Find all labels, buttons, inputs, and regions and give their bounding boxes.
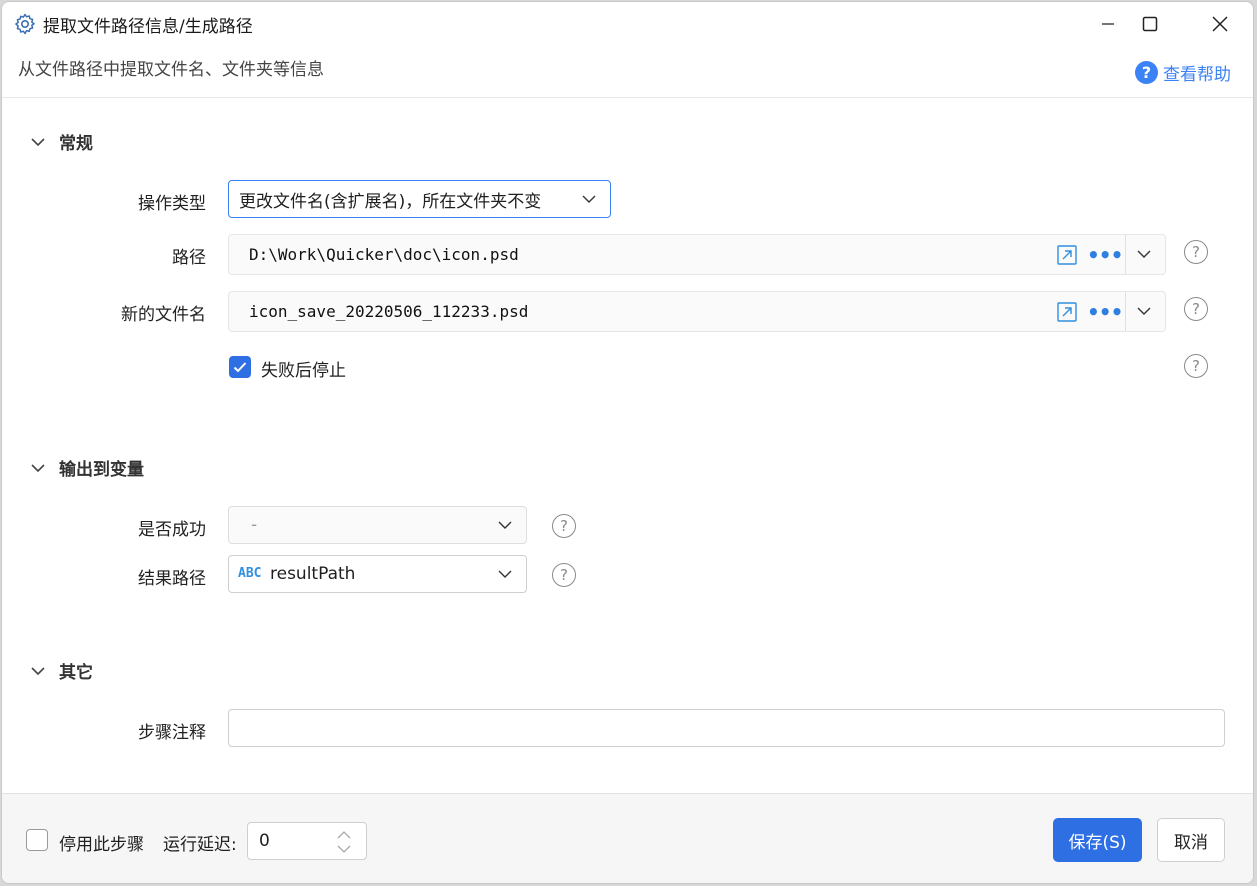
disable-step-label[interactable]: 停用此步骤 [59,830,144,855]
question-icon[interactable]: ? [1184,297,1208,321]
section-output-title: 输出到变量 [59,460,144,480]
maximize-button[interactable] [1127,2,1173,46]
more-icon[interactable]: ••• [1087,243,1123,267]
path-value: D:\Work\Quicker\doc\icon.psd [249,245,519,264]
success-select[interactable]: - [228,506,527,544]
chevron-down-icon [31,666,45,675]
section-output-header[interactable]: 输出到变量 [30,455,144,480]
footer-bar: 停用此步骤 运行延迟: 0 保存(S) 取消 [2,794,1253,883]
delay-stepper[interactable]: 0 [247,822,367,860]
minimize-button[interactable] [1085,2,1131,46]
spinner-arrows-icon[interactable] [336,829,352,855]
maximize-icon [1142,16,1158,32]
chevron-down-icon[interactable] [1137,249,1151,259]
chevron-down-icon [582,195,596,203]
close-button[interactable] [1197,2,1243,46]
help-link[interactable]: ? 查看帮助 [1135,60,1231,85]
question-icon[interactable]: ? [1184,240,1208,264]
more-icon[interactable]: ••• [1087,300,1123,324]
disable-step-checkbox[interactable] [26,829,48,851]
chevron-down-icon [498,570,512,578]
open-external-icon[interactable] [1057,302,1077,322]
section-other-title: 其它 [59,663,93,683]
help-icon: ? [1135,61,1158,84]
divider [2,97,1253,98]
section-general-title: 常规 [59,134,93,154]
stop-on-fail-checkbox[interactable] [229,356,251,378]
close-icon [1212,16,1228,32]
note-input[interactable] [228,709,1225,747]
cancel-button[interactable]: 取消 [1157,818,1225,862]
minimize-icon [1102,23,1114,25]
divider [1125,235,1126,274]
checkmark-icon [233,362,247,373]
result-label: 结果路径 [138,569,206,589]
success-value: - [251,515,258,535]
newname-input[interactable]: icon_save_20220506_112233.psd ••• [228,291,1166,332]
chevron-down-icon [498,521,512,529]
result-select[interactable]: ABC resultPath [228,555,527,593]
help-link-label: 查看帮助 [1163,65,1231,85]
chevron-down-icon [31,463,45,472]
divider [1125,292,1126,331]
result-value: resultPath [270,564,356,584]
newname-label: 新的文件名 [121,305,206,325]
success-label: 是否成功 [138,520,206,540]
delay-label: 运行延迟: [163,835,237,855]
title-bar[interactable]: 提取文件路径信息/生成路径 [2,2,1253,46]
section-general-header[interactable]: 常规 [30,129,93,154]
path-label: 路径 [172,248,206,268]
save-button[interactable]: 保存(S) [1053,818,1142,862]
op-type-label: 操作类型 [138,194,206,214]
open-external-icon[interactable] [1057,245,1077,265]
op-type-select[interactable]: 更改文件名(含扩展名)，所在文件夹不变 [228,180,611,218]
string-type-badge: ABC [238,566,262,581]
chevron-down-icon [31,137,45,146]
op-type-value: 更改文件名(含扩展名)，所在文件夹不变 [239,191,542,212]
question-icon[interactable]: ? [1184,354,1208,378]
window-title: 提取文件路径信息/生成路径 [43,17,253,37]
dialog-window: 提取文件路径信息/生成路径 从文件路径中提取文件名、文件夹等信息 ? 查看帮助 … [1,1,1254,884]
gear-icon [15,13,35,35]
question-icon[interactable]: ? [552,563,576,587]
chevron-down-icon[interactable] [1137,306,1151,316]
delay-value: 0 [259,831,270,851]
note-label: 步骤注释 [138,723,206,743]
section-other-header[interactable]: 其它 [30,658,93,683]
dialog-subtitle: 从文件路径中提取文件名、文件夹等信息 [18,60,324,80]
path-input[interactable]: D:\Work\Quicker\doc\icon.psd ••• [228,234,1166,275]
question-icon[interactable]: ? [552,514,576,538]
stop-on-fail-label[interactable]: 失败后停止 [261,356,346,381]
newname-value: icon_save_20220506_112233.psd [249,302,529,321]
